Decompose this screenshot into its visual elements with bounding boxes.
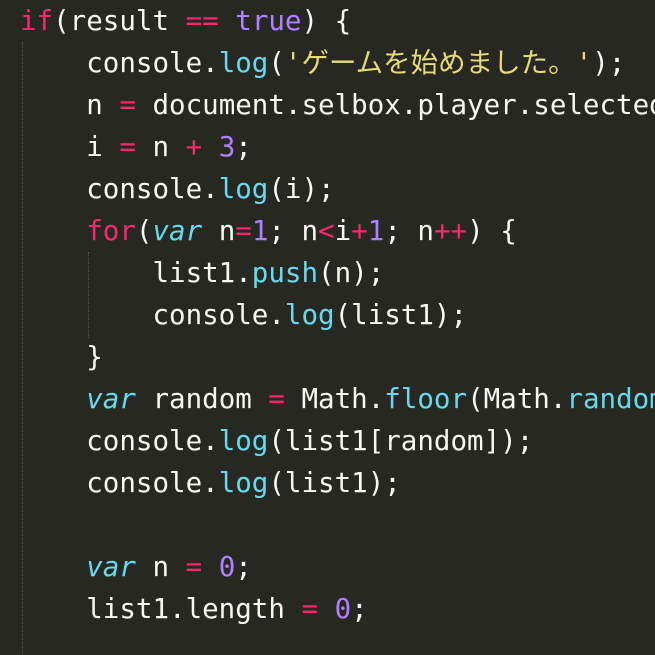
- code-token: var: [86, 551, 136, 583]
- code-editor[interactable]: if(result == true) { console.log('ゲームを始め…: [0, 0, 655, 655]
- code-token: if: [20, 5, 54, 37]
- code-token: console.: [20, 173, 219, 205]
- code-token: list1.length: [20, 593, 302, 625]
- code-token: ) {: [467, 215, 517, 247]
- code-token: n: [135, 131, 186, 163]
- code-token: (: [268, 47, 285, 79]
- code-token: document.selbox.player.selectedIndex;: [152, 89, 655, 121]
- code-token: ;: [235, 551, 252, 583]
- code-token: (result: [53, 5, 186, 37]
- code-line[interactable]: console.log(i);: [20, 168, 335, 210]
- code-line[interactable]: var n = 0;: [20, 546, 252, 588]
- code-token: 0: [334, 593, 352, 625]
- code-token: =: [235, 215, 252, 247]
- code-line[interactable]: list1.push(n);: [20, 252, 384, 294]
- code-token: (i);: [268, 173, 335, 205]
- code-line[interactable]: if(result == true) {: [20, 0, 351, 42]
- code-token: i: [334, 215, 352, 247]
- code-line[interactable]: var random = Math.floor(Math.random() * …: [20, 378, 655, 420]
- code-token: 1: [251, 215, 269, 247]
- code-token: +: [351, 215, 368, 247]
- code-token: (list1);: [268, 467, 401, 499]
- code-token: random: [135, 383, 269, 415]
- code-token: list1.: [20, 257, 252, 289]
- code-token: Math.: [284, 383, 385, 415]
- code-line[interactable]: console.log(list1);: [20, 294, 467, 336]
- code-token: ) {: [301, 5, 352, 37]
- code-token: console.: [20, 47, 219, 79]
- code-token: (n);: [318, 257, 385, 289]
- code-token: log: [218, 425, 269, 457]
- code-line[interactable]: n = document.selbox.player.selectedIndex…: [20, 84, 655, 126]
- code-token: 0: [218, 551, 236, 583]
- code-line[interactable]: for(var n=1; n<i+1; n++) {: [20, 210, 517, 252]
- code-token: log: [284, 299, 335, 331]
- code-line[interactable]: list1.length = 0;: [20, 588, 368, 630]
- code-token: ; n: [268, 215, 319, 247]
- code-token: console.: [20, 425, 219, 457]
- code-token: var: [152, 215, 203, 247]
- code-token: <: [318, 215, 335, 247]
- code-token: n: [20, 89, 120, 121]
- code-token: push: [251, 257, 319, 289]
- code-token: for: [86, 215, 136, 247]
- code-token: 1: [367, 215, 385, 247]
- code-token: random: [566, 383, 655, 415]
- code-token: }: [20, 341, 103, 373]
- code-token: );: [592, 47, 626, 79]
- code-token: =: [185, 551, 203, 583]
- code-token: =: [119, 89, 136, 121]
- code-token: 'ゲームを始めました。': [284, 47, 593, 79]
- code-token: =: [119, 131, 136, 163]
- code-line[interactable]: console.log(list1[random]);: [20, 420, 533, 462]
- code-token: ;: [235, 131, 252, 163]
- code-line[interactable]: }: [20, 336, 103, 378]
- code-token: n: [135, 551, 186, 583]
- code-token: console.: [20, 299, 285, 331]
- code-token: 3: [218, 131, 236, 163]
- code-token: log: [218, 467, 269, 499]
- code-token: (list1);: [334, 299, 468, 331]
- code-token: =: [301, 593, 319, 625]
- code-token: true: [235, 5, 302, 37]
- code-line[interactable]: console.log('ゲームを始めました。');: [20, 42, 625, 84]
- code-token: var: [86, 383, 136, 415]
- code-token: ;: [351, 593, 368, 625]
- code-token: ; n: [384, 215, 434, 247]
- code-token: i: [20, 131, 120, 163]
- code-token: n: [202, 215, 236, 247]
- code-line[interactable]: i = n + 3;: [20, 126, 252, 168]
- code-token: (: [135, 215, 153, 247]
- code-token: (Math.: [467, 383, 567, 415]
- code-token: log: [218, 173, 269, 205]
- code-token: console.: [20, 467, 219, 499]
- code-token: log: [218, 47, 269, 79]
- code-line[interactable]: console.log(list1);: [20, 462, 401, 504]
- code-token: +: [185, 131, 203, 163]
- code-token: ==: [185, 5, 219, 37]
- code-token: (list1[random]);: [268, 425, 534, 457]
- code-token: floor: [384, 383, 468, 415]
- code-token: ++: [433, 215, 468, 247]
- code-token: =: [268, 383, 285, 415]
